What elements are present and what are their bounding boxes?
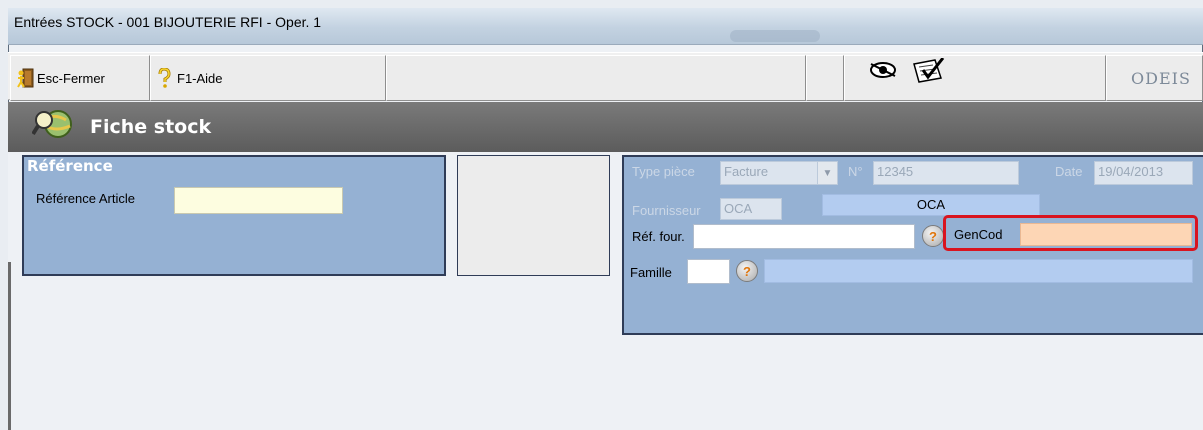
page-title: Fiche stock	[90, 116, 212, 138]
help-button-label: F1-Aide	[177, 70, 223, 86]
reference-article-label: Référence Article	[36, 191, 135, 206]
date-label: Date	[1055, 164, 1083, 179]
gencod-highlight-box	[943, 215, 1198, 251]
odeis-logo-text: ODEIS	[1131, 68, 1191, 88]
window-title: Entrées STOCK - 001 BIJOUTERIE RFI - Ope…	[14, 14, 322, 30]
question-mark-icon	[157, 67, 173, 88]
supplier-label: Fournisseur	[632, 203, 701, 218]
famille-code-input[interactable]	[687, 259, 730, 284]
question-mark-icon: ?	[929, 228, 937, 244]
eye-icon[interactable]	[869, 58, 903, 83]
ref-four-help-button[interactable]: ?	[922, 225, 944, 247]
toolbar-spacer	[386, 55, 806, 101]
type-piece-value: Facture	[724, 164, 769, 179]
close-button[interactable]: Esc-Fermer	[10, 55, 150, 101]
left-edge-bar	[8, 262, 11, 430]
toolbar-separator	[806, 55, 844, 101]
number-field[interactable]: 12345	[873, 161, 1019, 185]
ref-four-input[interactable]	[693, 224, 915, 249]
famille-help-button[interactable]: ?	[736, 260, 758, 282]
famille-label: Famille	[630, 265, 672, 280]
view-actions	[844, 55, 1106, 101]
close-button-label: Esc-Fermer	[37, 70, 105, 86]
reference-article-input[interactable]	[174, 187, 343, 214]
famille-name-field	[764, 259, 1193, 283]
number-label: N°	[848, 164, 863, 179]
type-piece-label: Type pièce	[632, 164, 695, 179]
supplier-code-field[interactable]: OCA	[720, 198, 782, 220]
exit-door-icon	[17, 68, 34, 88]
help-button[interactable]: F1-Aide	[150, 55, 386, 101]
chevron-down-icon[interactable]: ▼	[817, 162, 837, 184]
image-preview-box	[457, 155, 610, 276]
question-mark-icon: ?	[743, 263, 751, 279]
title-bar-blur	[730, 30, 820, 42]
globe-search-icon	[31, 106, 76, 146]
title-bar: Entrées STOCK - 001 BIJOUTERIE RFI - Ope…	[8, 8, 1203, 45]
type-piece-select[interactable]: Facture ▼	[720, 161, 838, 185]
date-field[interactable]: 19/04/2013	[1094, 161, 1193, 185]
supplier-name-field: OCA	[822, 194, 1040, 216]
toolbar: Esc-Fermer F1-Aide ODEIS	[8, 52, 1203, 101]
odeis-logo: ODEIS	[1106, 55, 1203, 101]
ref-four-label: Réf. four.	[632, 229, 685, 244]
reference-section-title: Référence	[27, 157, 113, 175]
checklist-icon[interactable]	[911, 57, 945, 87]
